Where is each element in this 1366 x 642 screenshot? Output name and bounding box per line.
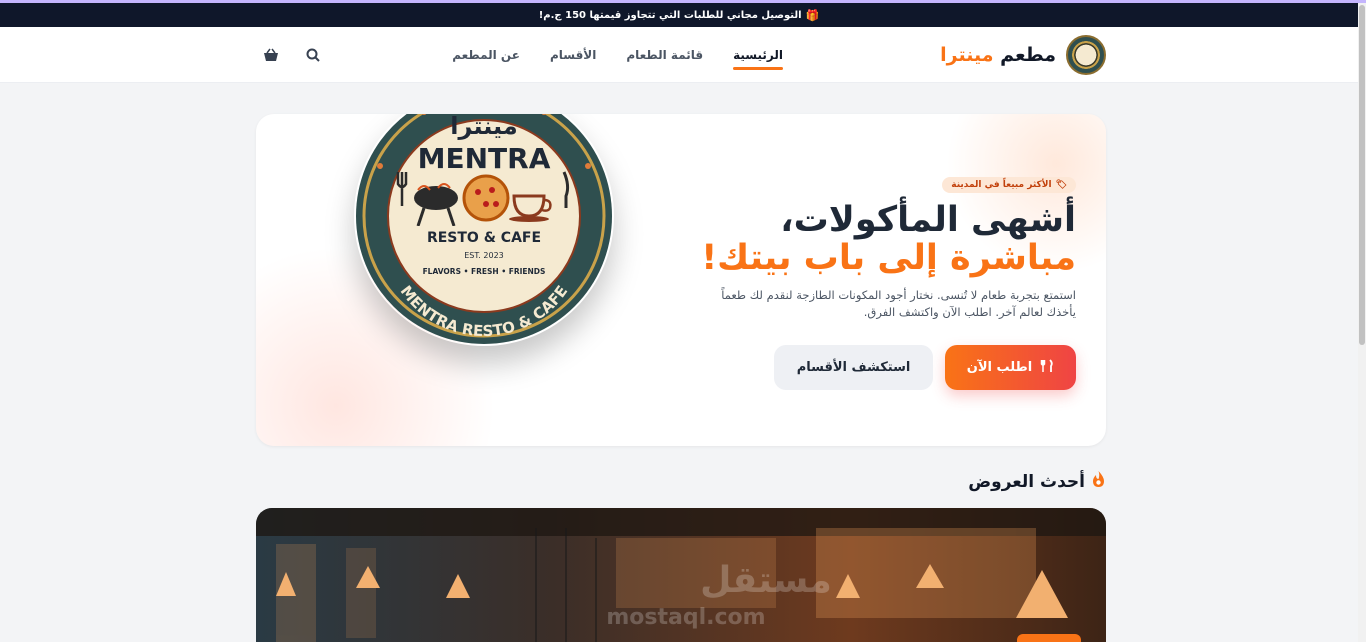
explore-categories-button[interactable]: استكشف الأقسام <box>774 345 933 390</box>
search-icon[interactable] <box>304 46 322 64</box>
logo-arabic: مينترا <box>450 114 517 140</box>
nav-actions <box>262 46 322 64</box>
nav-home[interactable]: الرئيسية <box>733 48 783 70</box>
brand[interactable]: مطعم مينترا <box>940 35 1106 75</box>
watermark-latin: mostaql.com <box>606 605 765 630</box>
logo-tagline: FLAVORS • FRESH • FRIENDS <box>423 267 546 276</box>
brand-logo[interactable] <box>1066 35 1106 75</box>
offers-title: أحدث العروض <box>968 471 1085 492</box>
logo-subtitle: RESTO & CAFE <box>427 230 541 246</box>
scrollbar-thumb[interactable] <box>1359 5 1365 345</box>
offer-badge <box>1017 634 1081 642</box>
hero-text: 🏷 الأكثر مبيعاً في المدينة أشهى المأكولا… <box>676 172 1076 321</box>
fire-icon <box>1091 470 1106 493</box>
order-now-label: اطلب الآن <box>966 360 1033 375</box>
offers-heading: أحدث العروض <box>968 470 1106 493</box>
brand-name-accent: مينترا <box>940 44 994 66</box>
page-scrollbar[interactable] <box>1358 3 1366 642</box>
hero-description: استمتع بتجربة طعام لا تُنسى. نختار أجود … <box>721 288 1076 319</box>
basket-icon[interactable] <box>262 46 280 64</box>
brand-name-main: مطعم <box>993 44 1056 66</box>
promo-bar: 🎁 التوصيل مجاني للطلبات التي تتجاوز قيمت… <box>0 3 1358 27</box>
badge-label: الأكثر مبيعاً في المدينة <box>951 180 1052 190</box>
hero-title-line1: أشهى المأكولات، <box>780 200 1076 240</box>
nav-about[interactable]: عن المطعم <box>452 48 520 62</box>
main-nav: الرئيسية قائمة الطعام الأقسام عن المطعم <box>452 27 783 83</box>
offer-banner[interactable]: مستقل mostaql.com <box>256 508 1106 642</box>
watermark-arabic: مستقل <box>700 560 832 601</box>
logo-title: MENTRA <box>418 142 551 175</box>
promo-text: التوصيل مجاني للطلبات التي تتجاوز قيمتها… <box>538 9 802 21</box>
nav-menu[interactable]: قائمة الطعام <box>626 48 703 62</box>
pizza-icon <box>462 174 510 222</box>
brand-name[interactable]: مطعم مينترا <box>940 44 1056 66</box>
utensils-icon <box>1040 358 1054 377</box>
hero-section: 🏷 الأكثر مبيعاً في المدينة أشهى المأكولا… <box>256 114 1106 446</box>
gift-icon: 🎁 <box>805 8 820 22</box>
hero-actions: اطلب الآن استكشف الأقسام <box>774 345 1076 390</box>
badge-icon: 🏷 <box>1055 180 1067 190</box>
bestseller-badge: 🏷 الأكثر مبيعاً في المدينة <box>942 177 1076 193</box>
nav-categories[interactable]: الأقسام <box>550 48 596 62</box>
restaurant-interior-image: مستقل mostaql.com <box>256 508 1106 642</box>
order-now-button[interactable]: اطلب الآن <box>945 345 1076 390</box>
logo-est: EST. 2023 <box>464 251 504 260</box>
hero-title-line2: مباشرة إلى باب بيتك! <box>701 238 1076 278</box>
navbar: مطعم مينترا الرئيسية قائمة الطعام الأقسا… <box>0 27 1358 83</box>
